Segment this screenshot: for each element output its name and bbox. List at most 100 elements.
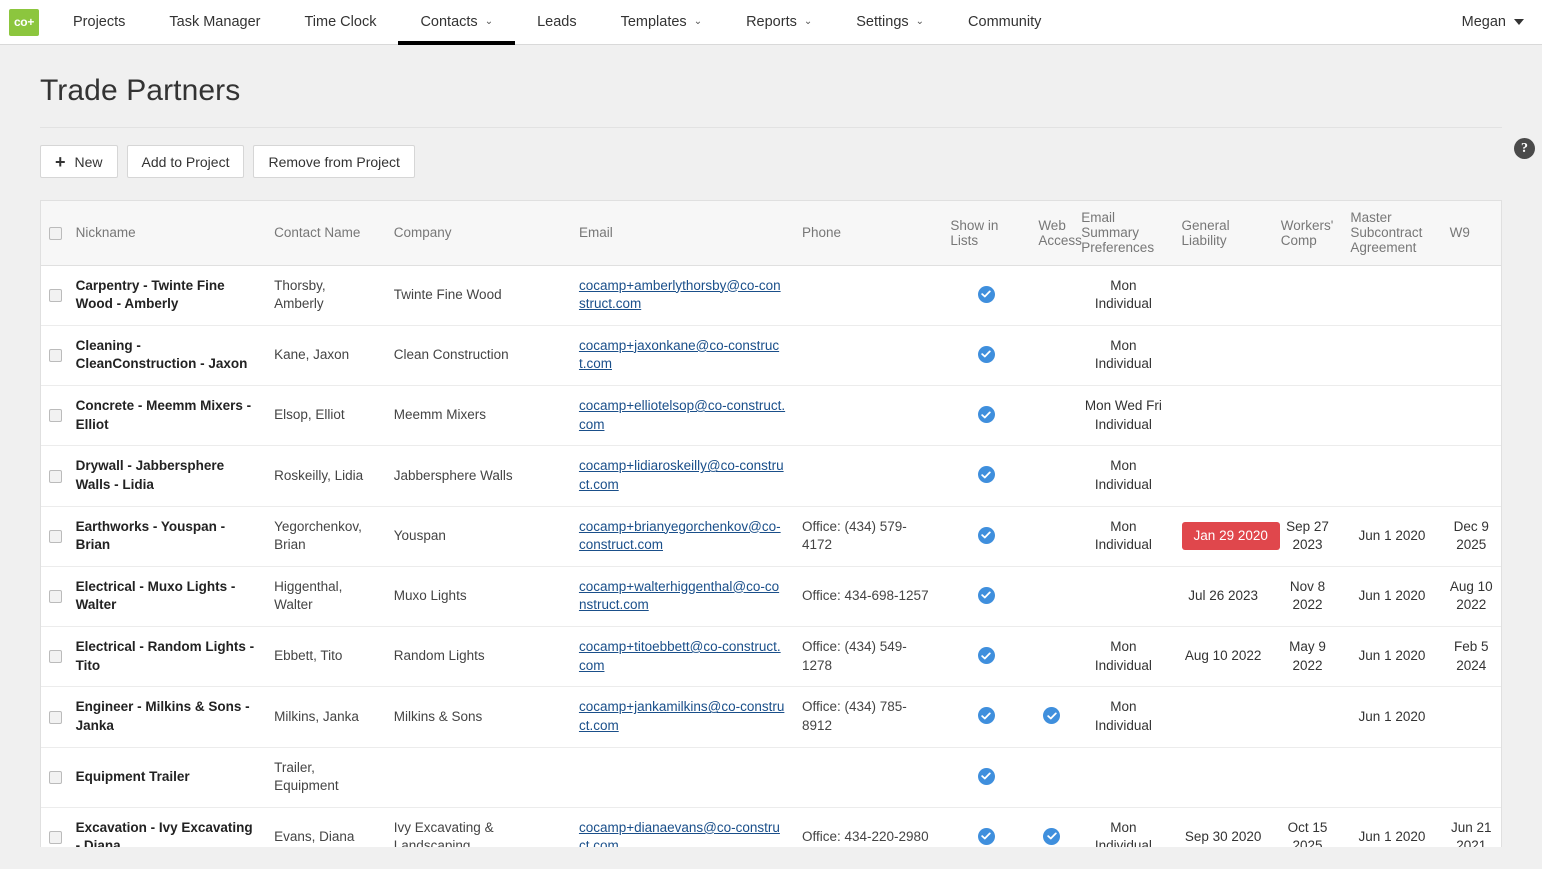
email-link[interactable]: cocamp+amberlythorsby@co-construct.com: [579, 278, 781, 312]
cell-w9: [1442, 687, 1501, 747]
row-checkbox[interactable]: [49, 590, 62, 603]
check-circle-icon[interactable]: [1043, 707, 1060, 724]
cell-email: cocamp+amberlythorsby@co-construct.com: [571, 265, 794, 325]
header-contact-name[interactable]: Contact Name: [266, 201, 386, 265]
cell-w9: Dec 9 2025: [1442, 506, 1501, 566]
header-web-access[interactable]: Web Access: [1030, 201, 1073, 265]
check-circle-icon[interactable]: [978, 828, 995, 845]
email-link[interactable]: cocamp+titoebbett@co-construct.com: [579, 639, 781, 673]
cell-web-access: [1030, 506, 1073, 566]
header-company[interactable]: Company: [386, 201, 571, 265]
app-logo[interactable]: co+: [9, 9, 39, 36]
select-all-checkbox[interactable]: [49, 227, 62, 240]
cell-general-liability: [1174, 747, 1273, 807]
email-link[interactable]: cocamp+lidiaroskeilly@co-construct.com: [579, 458, 784, 492]
email-link[interactable]: cocamp+jaxonkane@co-construct.com: [579, 338, 779, 372]
cell-email: cocamp+walterhiggenthal@co-construct.com: [571, 566, 794, 626]
cell-workers-comp: Sep 27 2023: [1273, 506, 1343, 566]
cell-nickname: Carpentry - Twinte Fine Wood - Amberly: [68, 265, 266, 325]
row-checkbox[interactable]: [49, 771, 62, 784]
nav-item-projects[interactable]: Projects: [51, 0, 147, 45]
nav-item-settings[interactable]: Settings⌄: [834, 0, 946, 45]
nav-item-community[interactable]: Community: [946, 0, 1063, 45]
email-link[interactable]: cocamp+brianyegorchenkov@co-construct.co…: [579, 519, 781, 553]
table-row[interactable]: Cleaning - CleanConstruction - JaxonKane…: [41, 325, 1501, 385]
header-w9[interactable]: W9: [1442, 201, 1501, 265]
new-button[interactable]: + New: [40, 145, 118, 178]
nav-item-reports[interactable]: Reports⌄: [724, 0, 834, 45]
email-link[interactable]: cocamp+dianaevans@co-construct.com: [579, 820, 780, 847]
check-circle-icon[interactable]: [978, 647, 995, 664]
remove-from-project-button[interactable]: Remove from Project: [253, 145, 414, 178]
header-email-summary-preferences[interactable]: Email Summary Preferences: [1073, 201, 1173, 265]
header-master-subcontract-agreement[interactable]: Master Subcontract Agreement: [1342, 201, 1441, 265]
email-link[interactable]: cocamp+walterhiggenthal@co-construct.com: [579, 579, 779, 613]
table-row[interactable]: Concrete - Meemm Mixers - ElliotElsop, E…: [41, 386, 1501, 446]
row-select-cell: [41, 265, 68, 325]
add-to-project-button[interactable]: Add to Project: [127, 145, 245, 178]
cell-workers-comp: Nov 8 2022: [1273, 566, 1343, 626]
cell-email: cocamp+brianyegorchenkov@co-construct.co…: [571, 506, 794, 566]
email-link[interactable]: cocamp+jankamilkins@co-construct.com: [579, 699, 784, 733]
cell-email: cocamp+elliotelsop@co-construct.com: [571, 386, 794, 446]
help-icon[interactable]: ?: [1514, 138, 1535, 159]
row-checkbox[interactable]: [49, 289, 62, 302]
user-menu[interactable]: Megan: [1462, 14, 1542, 30]
check-circle-icon[interactable]: [978, 768, 995, 785]
row-select-cell: [41, 627, 68, 687]
nav-item-time-clock[interactable]: Time Clock: [282, 0, 398, 45]
cell-workers-comp: May 9 2022: [1273, 627, 1343, 687]
table-row[interactable]: Equipment TrailerTrailer, Equipment: [41, 747, 1501, 807]
table-row[interactable]: Drywall - Jabbersphere Walls - LidiaRosk…: [41, 446, 1501, 506]
cell-workers-comp: [1273, 446, 1343, 506]
status-badge-overdue: Jan 29 2020: [1182, 522, 1280, 551]
cell-master-subcontract-agreement: [1342, 265, 1441, 325]
table-row[interactable]: Electrical - Muxo Lights - WalterHiggent…: [41, 566, 1501, 626]
cell-general-liability: Jan 29 2020: [1174, 506, 1273, 566]
chevron-down-icon: [1514, 19, 1524, 25]
cell-nickname: Electrical - Muxo Lights - Walter: [68, 566, 266, 626]
table-row[interactable]: Carpentry - Twinte Fine Wood - AmberlyTh…: [41, 265, 1501, 325]
table-body: Carpentry - Twinte Fine Wood - AmberlyTh…: [41, 265, 1501, 847]
cell-email-summary-preferences: Mon Individual: [1073, 446, 1173, 506]
cell-workers-comp: [1273, 325, 1343, 385]
nav-item-templates[interactable]: Templates⌄: [599, 0, 724, 45]
email-link[interactable]: cocamp+elliotelsop@co-construct.com: [579, 398, 785, 432]
check-circle-icon[interactable]: [978, 707, 995, 724]
cell-general-liability: [1174, 386, 1273, 446]
row-checkbox[interactable]: [49, 831, 62, 844]
check-circle-icon[interactable]: [978, 466, 995, 483]
row-checkbox[interactable]: [49, 650, 62, 663]
cell-contact-name: Evans, Diana: [266, 807, 386, 847]
action-toolbar: + New Add to Project Remove from Project: [40, 128, 1502, 178]
header-general-liability[interactable]: General Liability: [1174, 201, 1273, 265]
cell-phone: [794, 265, 942, 325]
check-circle-icon[interactable]: [978, 406, 995, 423]
header-nickname[interactable]: Nickname: [68, 201, 266, 265]
check-circle-icon[interactable]: [978, 286, 995, 303]
table-row[interactable]: Excavation - Ivy Excavating - DianaEvans…: [41, 807, 1501, 847]
header-email[interactable]: Email: [571, 201, 794, 265]
nav-item-task-manager[interactable]: Task Manager: [147, 0, 282, 45]
check-circle-icon[interactable]: [978, 587, 995, 604]
table-row[interactable]: Electrical - Random Lights - TitoEbbett,…: [41, 627, 1501, 687]
row-checkbox[interactable]: [49, 409, 62, 422]
nav-item-leads[interactable]: Leads: [515, 0, 599, 45]
cell-nickname: Concrete - Meemm Mixers - Elliot: [68, 386, 266, 446]
row-checkbox[interactable]: [49, 470, 62, 483]
table-row[interactable]: Earthworks - Youspan - BrianYegorchenkov…: [41, 506, 1501, 566]
row-checkbox[interactable]: [49, 349, 62, 362]
row-checkbox[interactable]: [49, 530, 62, 543]
header-show-in-lists[interactable]: Show in Lists: [942, 201, 1030, 265]
check-circle-icon[interactable]: [978, 346, 995, 363]
cell-master-subcontract-agreement: Jun 1 2020: [1342, 627, 1441, 687]
cell-contact-name: Elsop, Elliot: [266, 386, 386, 446]
cell-company: Youspan: [386, 506, 571, 566]
table-row[interactable]: Engineer - Milkins & Sons - JankaMilkins…: [41, 687, 1501, 747]
nav-item-contacts[interactable]: Contacts⌄: [398, 0, 515, 45]
check-circle-icon[interactable]: [1043, 828, 1060, 845]
header-phone[interactable]: Phone: [794, 201, 942, 265]
header-workers-comp[interactable]: Workers' Comp: [1273, 201, 1343, 265]
check-circle-icon[interactable]: [978, 527, 995, 544]
row-checkbox[interactable]: [49, 711, 62, 724]
